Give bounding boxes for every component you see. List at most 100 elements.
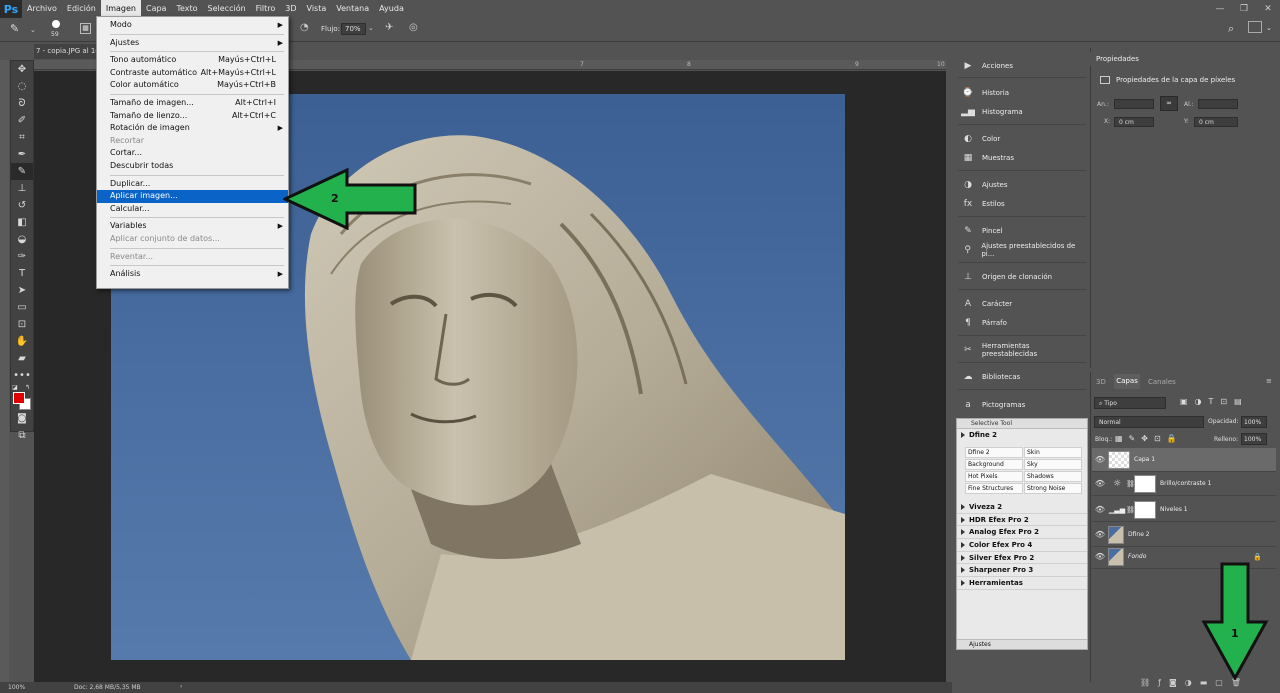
dfine-option[interactable]: Dfine 2 — [965, 447, 1023, 458]
ruler-tool-icon[interactable]: ▰ — [11, 350, 33, 367]
dock-item-acciones[interactable]: ▶ Acciones — [960, 57, 1086, 74]
dfine-option[interactable]: Skin — [1024, 447, 1082, 458]
tab-3d[interactable]: 3D — [1096, 378, 1106, 386]
crop-icon[interactable]: ⊡ — [11, 316, 33, 333]
eye-icon[interactable]: 👁 — [1092, 530, 1108, 539]
menu-ayuda[interactable]: Ayuda — [374, 0, 409, 18]
quick-select-tool-icon[interactable]: ✐ — [11, 112, 33, 129]
tab-propiedades[interactable]: Propiedades — [1090, 52, 1146, 66]
history-brush-tool-icon[interactable]: ↺ — [11, 197, 33, 214]
pressure-size-icon[interactable]: ◎ — [409, 22, 418, 33]
dock-item-muestras[interactable]: ▦ Muestras — [960, 149, 1086, 166]
y-input[interactable]: 0 cm — [1194, 117, 1238, 127]
dfine-option[interactable]: Sky — [1024, 459, 1082, 470]
rectangle-tool-icon[interactable]: ▭ — [11, 299, 33, 316]
dfine-option[interactable]: Strong Noise — [1024, 483, 1082, 494]
menu-item-modo[interactable]: Modo ▶ — [97, 19, 288, 32]
lasso-tool-icon[interactable]: ᘐ — [11, 95, 33, 112]
pressure-opacity-icon[interactable]: ◔ — [300, 22, 309, 33]
doc-info[interactable]: Doc: 2,68 MB/5,35 MB — [74, 684, 141, 691]
close-button[interactable]: ✕ — [1256, 0, 1280, 18]
more-tools-icon[interactable]: ••• — [11, 367, 33, 384]
height-input[interactable] — [1198, 99, 1238, 109]
dfine-option[interactable]: Fine Structures — [965, 483, 1023, 494]
marquee-tool-icon[interactable]: ◌ — [11, 78, 33, 95]
plugin-color-efex[interactable]: Color Efex Pro 4 — [957, 539, 1087, 552]
menu-item-aplicar-imagen[interactable]: Aplicar imagen... — [97, 190, 288, 203]
eye-icon[interactable]: 👁 — [1092, 455, 1108, 464]
selective-footer-ajustes[interactable]: Ajustes — [957, 639, 1087, 649]
menu-item-calcular[interactable]: Calcular... — [97, 203, 288, 216]
dock-item-ajustes-preestablecidos-pincel[interactable]: ⚲ Ajustes preestablecidos de pi... — [960, 241, 1086, 258]
dock-item-caracter[interactable]: A Carácter — [960, 295, 1086, 312]
dock-item-origen-clonacion[interactable]: ⊥ Origen de clonación — [960, 268, 1086, 285]
layer-row-niveles[interactable]: 👁 ▁▃▅ ⛓ Niveles 1 — [1092, 498, 1276, 522]
move-tool-icon[interactable]: ✥ — [11, 61, 33, 78]
plugin-hdr-efex[interactable]: HDR Efex Pro 2 — [957, 514, 1087, 527]
eyedropper-tool-icon[interactable]: ✒ — [11, 146, 33, 163]
dock-item-pincel[interactable]: ✎ Pincel — [960, 222, 1086, 239]
link-icon[interactable]: ∞ — [1160, 96, 1178, 111]
dock-item-histograma[interactable]: ▂▅ Histograma — [960, 103, 1086, 120]
x-input[interactable]: 0 cm — [1114, 117, 1154, 127]
plugin-sharpener[interactable]: Sharpener Pro 3 — [957, 564, 1087, 578]
status-arrow-icon[interactable]: › — [180, 683, 182, 690]
panel-menu-icon[interactable]: ≡ — [1266, 377, 1272, 385]
flow-dropdown-icon[interactable]: ⌄ — [368, 24, 374, 32]
fill-input[interactable]: 100% — [1241, 433, 1267, 445]
plugin-silver-efex[interactable]: Silver Efex Pro 2 — [957, 552, 1087, 565]
menu-item-contraste-automatico[interactable]: Contraste automático Alt+Mayús+Ctrl+L — [97, 67, 288, 80]
opacity-input[interactable]: 100% — [1241, 416, 1267, 428]
zoom-level[interactable]: 100% — [8, 684, 25, 691]
stamp-tool-icon[interactable]: ⊥ — [11, 180, 33, 197]
type-tool-icon[interactable]: T — [11, 265, 33, 282]
dock-item-parrafo[interactable]: ¶ Párrafo — [960, 314, 1086, 331]
blend-mode-select[interactable]: Normal — [1094, 416, 1204, 428]
workspace-dropdown-icon[interactable]: ⌄ — [1266, 24, 1272, 32]
eye-icon[interactable]: 👁 — [1092, 552, 1108, 561]
document-tab[interactable]: 7 - copia.JPG al 10 — [34, 44, 96, 59]
dock-item-bibliotecas[interactable]: ☁ Bibliotecas — [960, 368, 1086, 385]
path-select-tool-icon[interactable]: ➤ — [11, 282, 33, 299]
plugin-viveza[interactable]: Viveza 2 — [957, 501, 1087, 514]
layer-row-dfine-2[interactable]: 👁 Dfine 2 — [1092, 523, 1276, 547]
hand-tool-icon[interactable]: ✋ — [11, 333, 33, 350]
tab-capas[interactable]: Capas — [1114, 374, 1140, 389]
menu-item-variables[interactable]: Variables ▶ — [97, 220, 288, 233]
menu-item-descubrir-todas[interactable]: Descubrir todas — [97, 160, 288, 173]
quick-mask-icon[interactable]: ◙ — [11, 410, 33, 427]
filter-icons[interactable]: ▣◑T⊡▤ — [1180, 397, 1249, 406]
menu-ventana[interactable]: Ventana — [331, 0, 374, 18]
dock-item-historia[interactable]: ⌚ Historia — [960, 84, 1086, 101]
dfine-option[interactable]: Shadows — [1024, 471, 1082, 482]
brush-panel-icon[interactable]: ▦ — [80, 23, 91, 34]
tab-canales[interactable]: Canales — [1148, 378, 1176, 386]
flow-input[interactable]: 70% — [341, 23, 366, 35]
layer-filter-select[interactable]: ⌕ Tipo — [1094, 397, 1166, 409]
pen-tool-icon[interactable]: ✑ — [11, 248, 33, 265]
menu-item-color-automatico[interactable]: Color automático Mayús+Ctrl+B — [97, 79, 288, 92]
minimize-button[interactable]: — — [1208, 0, 1232, 18]
menu-archivo[interactable]: Archivo — [22, 0, 62, 18]
brush-tool-icon[interactable]: ✎ — [10, 22, 19, 35]
airbrush-icon[interactable]: ✈ — [385, 22, 393, 33]
menu-item-cortar[interactable]: Cortar... — [97, 147, 288, 160]
selective-header-dfine[interactable]: Dfine 2 — [957, 429, 1087, 441]
workspace-icon[interactable] — [1248, 21, 1262, 33]
dock-item-ajustes[interactable]: ◑ Ajustes — [960, 176, 1086, 193]
lock-icons[interactable]: ▦✎✥⊡🔒 — [1115, 434, 1183, 443]
chevron-down-icon[interactable]: ⌄ — [30, 26, 36, 34]
eye-icon[interactable]: 👁 — [1092, 479, 1108, 488]
menu-vista[interactable]: Vista — [302, 0, 332, 18]
width-input[interactable] — [1114, 99, 1154, 109]
menu-item-tamano-lienzo[interactable]: Tamaño de lienzo... Alt+Ctrl+C — [97, 110, 288, 123]
crop-tool-icon[interactable]: ⌗ — [11, 129, 33, 146]
menu-item-analisis[interactable]: Análisis ▶ — [97, 268, 288, 281]
restore-button[interactable]: ❐ — [1232, 0, 1256, 18]
menu-item-duplicar[interactable]: Duplicar... — [97, 178, 288, 191]
menu-item-ajustes[interactable]: Ajustes ▶ — [97, 37, 288, 50]
dfine-option[interactable]: Background — [965, 459, 1023, 470]
menu-item-rotacion-imagen[interactable]: Rotación de imagen ▶ — [97, 122, 288, 135]
layer-row-capa-1[interactable]: 👁 Capa 1 — [1092, 448, 1276, 472]
screen-mode-icon[interactable]: ⧉ — [11, 427, 33, 444]
